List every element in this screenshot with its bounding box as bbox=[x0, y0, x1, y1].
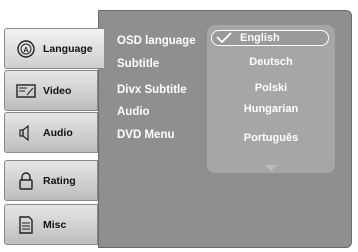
tab-label: Misc bbox=[43, 218, 67, 231]
lock-icon bbox=[15, 170, 37, 192]
scroll-down-arrow-icon[interactable] bbox=[265, 165, 277, 171]
tab-misc[interactable]: Misc bbox=[4, 204, 98, 245]
document-icon bbox=[15, 214, 37, 236]
speaker-icon bbox=[15, 122, 37, 144]
menu-item-osd-language[interactable]: OSD language bbox=[117, 35, 196, 47]
tab-label: Language bbox=[43, 42, 93, 55]
dropdown-option[interactable]: Hungarian bbox=[207, 103, 335, 115]
language-icon: A bbox=[15, 38, 37, 60]
tab-label: Video bbox=[43, 84, 72, 97]
tab-rating[interactable]: Rating bbox=[4, 160, 98, 201]
tab-language[interactable]: A Language bbox=[4, 28, 104, 69]
tab-label: Audio bbox=[43, 126, 73, 139]
video-icon bbox=[15, 80, 37, 102]
svg-text:A: A bbox=[23, 47, 28, 54]
tab-audio[interactable]: Audio bbox=[4, 112, 98, 153]
checkmark-icon bbox=[216, 32, 232, 44]
menu-item-dvd-menu[interactable]: DVD Menu bbox=[117, 129, 175, 141]
language-dropdown[interactable]: English Deutsch Polski Hungarian Portugu… bbox=[207, 25, 335, 173]
dropdown-option-selected[interactable]: English bbox=[211, 30, 329, 46]
tab-label: Rating bbox=[43, 174, 76, 187]
tab-video[interactable]: Video bbox=[4, 70, 98, 111]
dropdown-option[interactable]: Polski bbox=[207, 82, 335, 94]
menu-item-audio[interactable]: Audio bbox=[117, 106, 150, 118]
osd-setup-menu: A Language Video Audio Rating Misc OSD l… bbox=[0, 0, 358, 252]
settings-panel: OSD language Subtitle Divx Subtitle Audi… bbox=[98, 10, 352, 248]
menu-item-divx-subtitle[interactable]: Divx Subtitle bbox=[117, 84, 187, 96]
dropdown-option[interactable]: Deutsch bbox=[207, 56, 335, 68]
dropdown-option[interactable]: Português bbox=[207, 132, 335, 144]
menu-item-subtitle[interactable]: Subtitle bbox=[117, 58, 159, 70]
dropdown-option-label: English bbox=[240, 32, 280, 44]
